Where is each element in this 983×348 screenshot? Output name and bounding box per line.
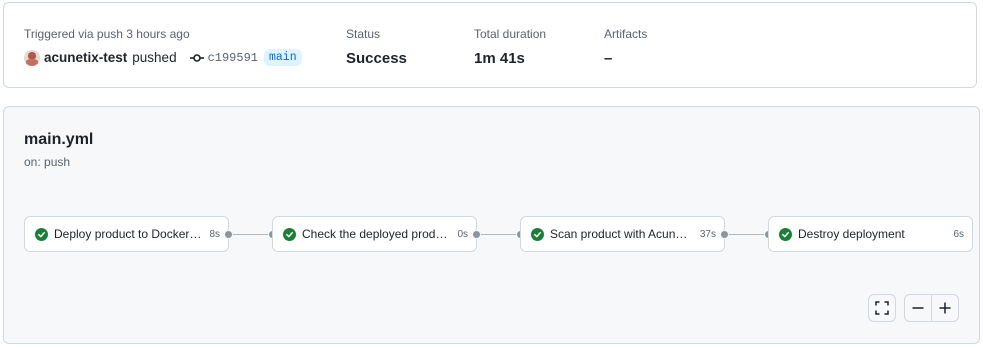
workflow-file-name: main.yml — [24, 131, 94, 148]
zoom-in-button[interactable] — [931, 294, 959, 322]
job-name: Check the deployed product... — [302, 227, 452, 241]
zoom-out-icon — [911, 301, 925, 315]
fullscreen-icon — [875, 301, 889, 315]
trigger-text: Triggered via push 3 hours ago — [24, 27, 190, 41]
job-name: Destroy deployment — [798, 227, 905, 241]
zoom-out-button[interactable] — [904, 294, 932, 322]
actor-link[interactable]: acunetix-test — [44, 50, 127, 65]
status-label: Status — [346, 27, 381, 41]
job-name: Deploy product to Docker H... — [54, 227, 204, 241]
run-summary-panel: Triggered via push 3 hours ago acunetix-… — [3, 2, 977, 88]
actor-avatar[interactable] — [24, 49, 40, 66]
job-duration: 37s — [699, 228, 716, 240]
success-check-icon — [283, 227, 296, 241]
success-check-icon — [35, 227, 48, 241]
job-output-dot — [720, 230, 729, 239]
job-card[interactable]: Deploy product to Docker H... 8s — [24, 216, 229, 252]
success-check-icon — [779, 227, 792, 241]
artifacts-value: – — [604, 50, 613, 67]
job-connector — [728, 234, 768, 235]
job-duration: 0s — [457, 228, 468, 240]
workflow-graph-panel: main.yml on: push Deploy product to Dock… — [3, 106, 980, 344]
status-value: Success — [346, 50, 407, 67]
fullscreen-button[interactable] — [868, 294, 896, 322]
job-connector — [480, 234, 520, 235]
success-check-icon — [531, 227, 544, 241]
branch-badge[interactable]: main — [264, 49, 302, 66]
job-output-dot — [472, 230, 481, 239]
job-duration: 6s — [953, 228, 964, 240]
duration-label: Total duration — [474, 27, 547, 41]
job-connector — [232, 234, 272, 235]
zoom-in-icon — [938, 301, 952, 315]
action-text: pushed — [132, 50, 177, 65]
artifacts-label: Artifacts — [604, 27, 648, 41]
job-card[interactable]: Scan product with Acunetix 37s — [520, 216, 725, 252]
job-duration: 8s — [209, 228, 220, 240]
job-output-dot — [224, 230, 233, 239]
commit-link[interactable]: c199591 — [208, 51, 258, 65]
job-name: Scan product with Acunetix — [550, 227, 694, 241]
duration-value: 1m 41s — [474, 50, 525, 67]
job-card[interactable]: Destroy deployment 6s — [768, 216, 973, 252]
commit-icon — [189, 50, 205, 66]
trigger-details: acunetix-test pushed c199591 main — [24, 49, 302, 66]
workflow-trigger: on: push — [24, 155, 71, 169]
job-card[interactable]: Check the deployed product... 0s — [272, 216, 477, 252]
